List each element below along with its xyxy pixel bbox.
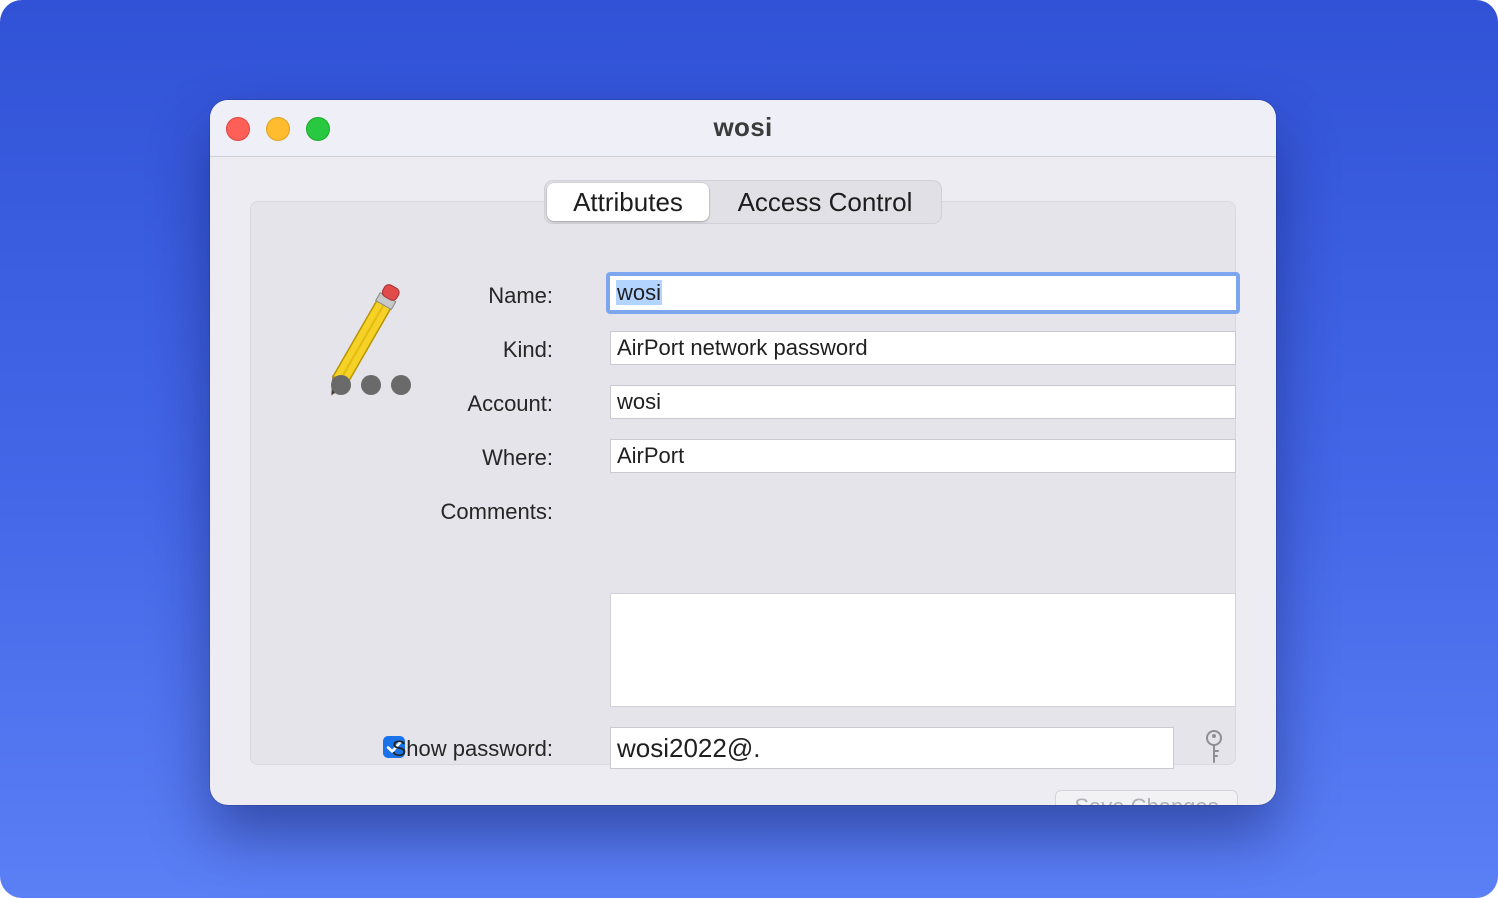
show-password-label: Show password: bbox=[391, 736, 553, 761]
where-field[interactable]: AirPort bbox=[610, 439, 1236, 473]
name-field[interactable]: wosi bbox=[606, 272, 1240, 314]
tab-attributes[interactable]: Attributes bbox=[547, 183, 709, 221]
name-value: wosi bbox=[616, 280, 663, 305]
kind-field[interactable]: AirPort network password bbox=[610, 331, 1236, 365]
kind-label: Kind: bbox=[502, 337, 553, 362]
tab-segmented-control: Attributes Access Control bbox=[544, 180, 942, 224]
keychain-item-window: wosi Name: wosi Kind: AirPort network pa… bbox=[210, 100, 1276, 805]
desktop-background: wosi Name: wosi Kind: AirPort network pa… bbox=[0, 0, 1498, 898]
attributes-panel: Name: wosi Kind: AirPort network passwor… bbox=[250, 201, 1240, 805]
name-label: Name: bbox=[488, 283, 553, 308]
save-changes-button[interactable]: Save Changes bbox=[1055, 790, 1238, 805]
title-bar: wosi bbox=[210, 100, 1276, 157]
tab-access-control[interactable]: Access Control bbox=[711, 183, 939, 221]
comments-label: Comments: bbox=[440, 499, 553, 524]
account-label: Account: bbox=[467, 391, 553, 416]
comments-field[interactable] bbox=[610, 593, 1236, 707]
key-icon[interactable] bbox=[1203, 729, 1225, 765]
where-label: Where: bbox=[482, 445, 553, 470]
password-field[interactable]: wosi2022@. bbox=[610, 727, 1174, 769]
account-field[interactable]: wosi bbox=[610, 385, 1236, 419]
window-title: wosi bbox=[713, 112, 773, 142]
